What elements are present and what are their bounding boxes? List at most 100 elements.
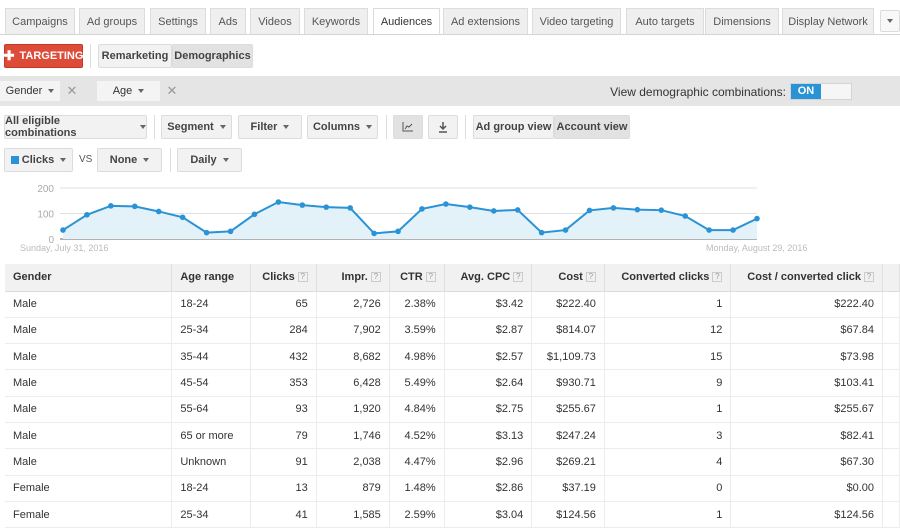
divider	[170, 148, 171, 172]
tab-auto-targets[interactable]: Auto targets	[626, 8, 704, 34]
help-icon[interactable]: ?	[297, 272, 308, 283]
tab-dimensions[interactable]: Dimensions	[705, 8, 779, 34]
data-point[interactable]	[730, 227, 736, 233]
column-header[interactable]: CTR?	[389, 264, 445, 292]
ad-group-view-button[interactable]: Ad group view	[473, 115, 554, 139]
segment-dropdown[interactable]: Segment	[161, 115, 232, 139]
data-point[interactable]	[84, 211, 90, 218]
add-targeting-button[interactable]: ✚ TARGETING	[4, 44, 83, 68]
help-icon[interactable]: ?	[864, 272, 874, 283]
tab-settings[interactable]: Settings	[150, 8, 206, 34]
help-icon[interactable]: ?	[370, 272, 381, 283]
tab-ads[interactable]: Ads	[210, 8, 246, 34]
table-cell: 353	[250, 369, 317, 397]
download-icon	[439, 121, 447, 133]
data-point[interactable]	[60, 227, 66, 233]
table-cell: $37.19	[531, 475, 605, 502]
filter-dropdown[interactable]: Filter	[238, 115, 302, 139]
column-header[interactable]: Impr.?	[316, 264, 390, 292]
tab-demographics[interactable]: Demographics	[172, 44, 253, 68]
table-cell: 4	[604, 448, 732, 476]
help-icon[interactable]: ?	[513, 272, 524, 283]
column-header[interactable]: Converted clicks?	[604, 264, 732, 292]
data-point[interactable]	[586, 207, 593, 214]
column-header[interactable]: Cost?	[531, 264, 605, 292]
data-point[interactable]	[347, 205, 353, 211]
tab-audiences[interactable]: Audiences	[373, 8, 440, 35]
data-point[interactable]	[706, 227, 712, 233]
table-cell: $103.41	[730, 369, 883, 397]
data-point[interactable]	[155, 208, 162, 215]
table-cell: $269.21	[531, 448, 605, 476]
data-point[interactable]	[419, 206, 425, 212]
table-row: Male 18-24 65 2,726 2.38% $3.42 $222.40 1 $222.4…	[5, 291, 900, 318]
age-dropdown[interactable]: Age	[97, 81, 160, 101]
data-point[interactable]	[490, 208, 497, 214]
remove-gender-icon[interactable]: ✕	[62, 81, 82, 101]
tab-keywords[interactable]: Keywords	[304, 8, 368, 34]
data-point[interactable]	[227, 228, 234, 235]
data-point[interactable]	[251, 211, 258, 218]
table-cell: 432	[250, 343, 317, 371]
data-point[interactable]	[610, 205, 617, 211]
data-point[interactable]	[371, 230, 377, 237]
data-point[interactable]	[634, 206, 641, 213]
compare-metric-dropdown[interactable]: None	[97, 148, 162, 172]
data-point[interactable]	[658, 207, 665, 213]
column-header[interactable]: Cost / converted click?	[730, 264, 883, 292]
data-point[interactable]	[443, 201, 449, 207]
table-cell: 41	[250, 501, 317, 528]
columns-dropdown[interactable]: Columns	[307, 115, 378, 139]
data-point[interactable]	[323, 204, 330, 210]
table-cell: 65	[250, 291, 317, 318]
table-cell: 8,682	[316, 343, 390, 371]
remove-age-icon[interactable]: ✕	[162, 81, 182, 101]
tab-video-targeting[interactable]: Video targeting	[532, 8, 621, 34]
data-point[interactable]	[108, 203, 114, 209]
more-tabs-button[interactable]	[880, 10, 900, 32]
tab-remarketing[interactable]: Remarketing	[98, 44, 172, 68]
column-header[interactable]: Gender	[5, 264, 173, 292]
data-point[interactable]	[562, 227, 569, 233]
data-point[interactable]	[395, 228, 401, 235]
data-point[interactable]	[131, 203, 138, 210]
table-cell: $3.04	[444, 501, 533, 528]
table-cell: 1.48%	[389, 475, 445, 502]
column-header[interactable]: Clicks?	[250, 264, 317, 292]
data-point[interactable]	[754, 215, 760, 222]
download-button[interactable]	[428, 115, 458, 139]
data-point[interactable]	[514, 207, 521, 213]
data-point[interactable]	[467, 204, 473, 210]
gender-dropdown[interactable]: Gender	[0, 81, 60, 101]
help-icon[interactable]: ?	[425, 272, 436, 283]
series-color-swatch	[10, 156, 19, 164]
chart-toggle-button[interactable]	[393, 115, 423, 139]
tab-campaigns[interactable]: Campaigns	[5, 8, 75, 34]
column-header[interactable]: Age range	[171, 264, 251, 292]
data-point[interactable]	[275, 199, 282, 205]
tab-videos[interactable]: Videos	[250, 8, 300, 34]
combinations-dropdown[interactable]: All eligible combinations	[4, 115, 147, 139]
column-header[interactable]: Avg. CPC?	[444, 264, 533, 292]
table-cell: 9	[604, 369, 732, 397]
table-cell: Unknown	[171, 448, 251, 476]
data-point[interactable]	[538, 229, 545, 236]
table-cell: 18-24	[171, 475, 251, 502]
table-cell: Male	[5, 343, 173, 371]
tab-ad-extensions[interactable]: Ad extensions	[443, 8, 528, 34]
data-point[interactable]	[299, 202, 306, 208]
help-icon[interactable]: ?	[712, 272, 723, 283]
combinations-toggle[interactable]: ON	[790, 83, 852, 100]
table-cell: Male	[5, 291, 173, 318]
table-cell: $2.87	[444, 317, 533, 345]
tab-ad-groups[interactable]: Ad groups	[79, 8, 145, 34]
data-point[interactable]	[203, 229, 210, 236]
metric-dropdown[interactable]: Clicks	[4, 148, 73, 172]
data-point[interactable]	[179, 214, 186, 221]
period-dropdown[interactable]: Daily	[177, 148, 242, 172]
data-point[interactable]	[682, 213, 689, 219]
help-icon[interactable]: ?	[585, 272, 596, 283]
account-view-button[interactable]: Account view	[554, 115, 630, 139]
tab-display-network[interactable]: Display Network	[782, 8, 874, 34]
chevron-down-icon	[219, 125, 226, 129]
